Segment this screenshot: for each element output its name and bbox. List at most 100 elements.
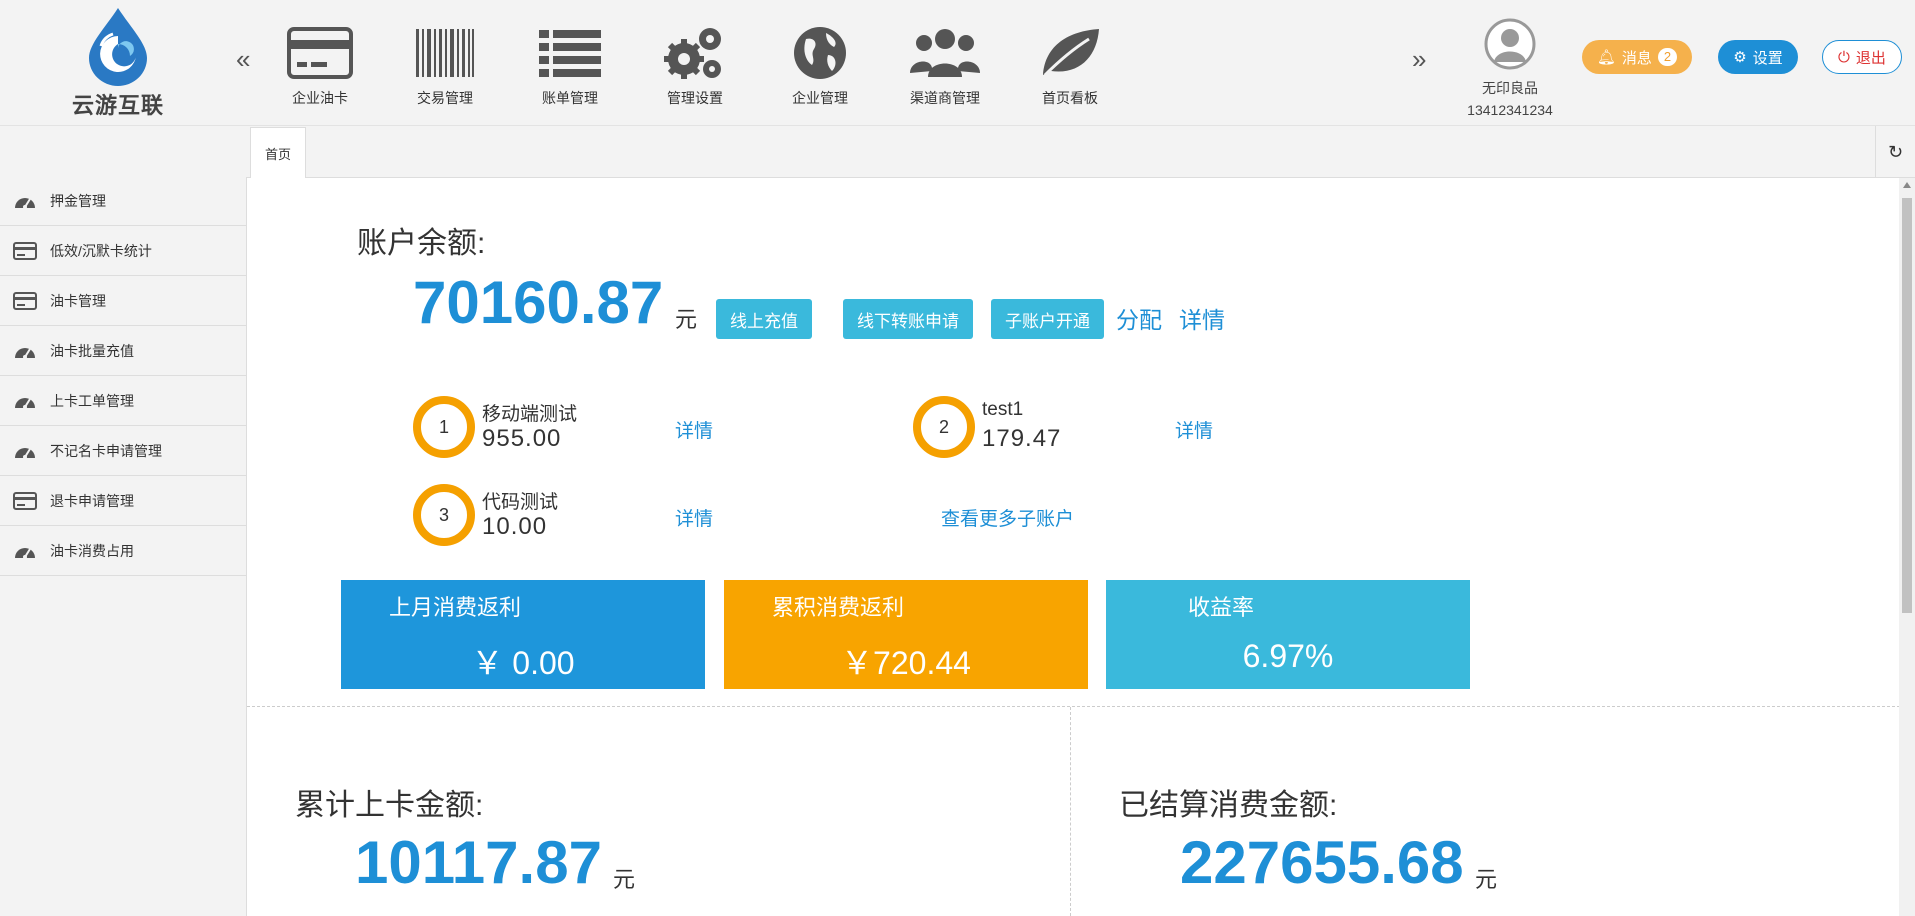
subaccount-rank-badge: 1 <box>413 396 475 458</box>
online-recharge-button[interactable]: 线上充值 <box>716 299 812 339</box>
dashboard-icon <box>15 547 35 559</box>
section-divider <box>247 706 1899 707</box>
tab-bar: 首页 ↻ <box>246 126 1915 178</box>
messages-button[interactable]: 🔔︎ 消息 2 <box>1582 40 1692 74</box>
subaccount-value: 10.00 <box>482 513 548 540</box>
subaccount-details-link[interactable]: 详情 <box>675 416 713 443</box>
scrollbar-thumb[interactable] <box>1902 198 1912 613</box>
settled-label: 已结算消费金额: <box>1119 789 1338 822</box>
card-value: ￥720.44 <box>841 645 971 681</box>
sidebar-item-label: 油卡消费占用 <box>50 542 134 559</box>
last-month-rebate-card: 上月消费返利 ￥ 0.00 <box>341 580 705 689</box>
gears-icon <box>664 28 721 79</box>
barcode-icon <box>416 29 474 77</box>
user-phone: 13412341234 <box>1467 102 1553 118</box>
nav-item-admin-settings[interactable]: 管理设置 <box>640 22 750 108</box>
nav-label: 首页看板 <box>1042 90 1098 106</box>
dashboard-icon <box>15 347 35 359</box>
user-profile[interactable]: 无印良品 13412341234 <box>1450 18 1570 119</box>
messages-label: 消息 <box>1621 49 1652 67</box>
scroll-up-arrow-icon[interactable] <box>1903 182 1911 188</box>
main-content: 账户余额: 70160.87 元 线上充值 线下转账申请 子账户开通 分配 详情… <box>246 178 1899 916</box>
sidebar-item-label: 低效/沉默卡统计 <box>50 242 152 259</box>
bell-icon: 🔔︎ <box>1596 49 1616 66</box>
sidebar-item-consumption[interactable]: 油卡消费占用 <box>0 526 246 576</box>
subaccount-details-link[interactable]: 详情 <box>675 504 713 531</box>
balance-label: 账户余额: <box>357 227 486 260</box>
logout-label: 退出 <box>1855 49 1886 67</box>
subaccount-value: 179.47 <box>982 425 1062 452</box>
subaccount-rank-badge: 2 <box>913 396 975 458</box>
settings-button[interactable]: ⚙ 设置 <box>1718 40 1798 74</box>
nav-label: 企业油卡 <box>292 90 348 106</box>
sidebar-item-deposit[interactable]: 押金管理 <box>0 176 246 226</box>
nav-label: 企业管理 <box>792 90 848 106</box>
sidebar-item-card-management[interactable]: 油卡管理 <box>0 276 246 326</box>
refresh-icon[interactable]: ↻ <box>1875 126 1915 178</box>
card-value: ￥ 0.00 <box>471 645 575 681</box>
brand-name: 云游互联 <box>71 93 164 118</box>
avatar-icon <box>1484 18 1536 70</box>
leaf-icon <box>1043 29 1099 77</box>
allocate-link[interactable]: 分配 <box>1116 301 1162 335</box>
sidebar-item-label: 油卡批量充值 <box>50 342 134 359</box>
brand-logo[interactable]: 云游互联 <box>60 6 176 120</box>
sidebar: 押金管理 低效/沉默卡统计 油卡管理 油卡批量充值 上卡工单管理 不记名卡申请管… <box>0 176 246 576</box>
nav-next-arrow[interactable]: » <box>1412 44 1426 75</box>
power-icon: ⏻ <box>1838 48 1850 66</box>
messages-count-badge: 2 <box>1657 48 1678 66</box>
nav-prev-arrow[interactable]: « <box>236 44 250 75</box>
tab-home[interactable]: 首页 <box>250 127 306 178</box>
sidebar-item-card-return[interactable]: 退卡申请管理 <box>0 476 246 526</box>
column-divider <box>1070 707 1071 916</box>
user-name: 无印良品 <box>1482 80 1538 96</box>
nav-label: 管理设置 <box>667 90 723 106</box>
card-icon <box>13 491 37 510</box>
nav-item-dashboard[interactable]: 首页看板 <box>1015 22 1125 108</box>
dashboard-icon <box>15 197 35 209</box>
yield-rate-card: 收益率 6.97% <box>1106 580 1470 689</box>
total-loaded-unit: 元 <box>613 867 636 892</box>
subaccount-name: test1 <box>982 399 1024 420</box>
subaccount-details-link[interactable]: 详情 <box>1175 416 1213 443</box>
dashboard-icon <box>15 397 35 409</box>
sidebar-item-work-orders[interactable]: 上卡工单管理 <box>0 376 246 426</box>
vertical-scrollbar[interactable] <box>1899 178 1915 916</box>
card-title: 累积消费返利 <box>772 595 905 620</box>
sidebar-item-batch-recharge[interactable]: 油卡批量充值 <box>0 326 246 376</box>
sidebar-item-anonymous-card[interactable]: 不记名卡申请管理 <box>0 426 246 476</box>
nav-item-bills[interactable]: 账单管理 <box>515 22 625 108</box>
dashboard-icon <box>15 447 35 459</box>
more-subaccounts-link[interactable]: 查看更多子账户 <box>941 504 1074 531</box>
total-loaded-label: 累计上卡金额: <box>295 789 484 822</box>
cumulative-rebate-card: 累积消费返利 ￥720.44 <box>724 580 1088 689</box>
nav-item-channel[interactable]: 渠道商管理 <box>890 22 1000 108</box>
balance-unit: 元 <box>675 307 698 332</box>
offline-transfer-button[interactable]: 线下转账申请 <box>843 299 973 339</box>
open-subaccount-button[interactable]: 子账户开通 <box>991 299 1104 339</box>
nav-item-enterprise[interactable]: 企业管理 <box>765 22 875 108</box>
card-title: 收益率 <box>1188 595 1255 620</box>
card-icon <box>13 241 37 260</box>
card-value: 6.97% <box>1242 638 1334 674</box>
subaccount-rank-badge: 3 <box>413 484 475 546</box>
users-icon <box>910 29 980 77</box>
nav-item-transactions[interactable]: 交易管理 <box>390 22 500 108</box>
settled-unit: 元 <box>1475 867 1498 892</box>
logout-button[interactable]: ⏻ 退出 <box>1822 40 1902 74</box>
total-loaded-amount: 10117.87 <box>355 829 602 896</box>
sidebar-item-label: 不记名卡申请管理 <box>50 442 162 459</box>
card-icon <box>287 27 353 79</box>
balance-details-link[interactable]: 详情 <box>1179 301 1225 335</box>
nav-item-enterprise-card[interactable]: 企业油卡 <box>265 22 375 108</box>
subaccount-name: 代码测试 <box>482 492 559 513</box>
nav-label: 渠道商管理 <box>910 90 980 106</box>
sidebar-item-label: 退卡申请管理 <box>50 492 134 509</box>
sidebar-item-label: 押金管理 <box>50 192 106 209</box>
nav-label: 交易管理 <box>417 90 473 106</box>
card-title: 上月消费返利 <box>389 595 522 620</box>
balance-amount: 70160.87 <box>413 269 664 336</box>
sidebar-item-label: 上卡工单管理 <box>50 392 134 409</box>
gear-icon: ⚙ <box>1733 49 1747 66</box>
sidebar-item-inactive-cards[interactable]: 低效/沉默卡统计 <box>0 226 246 276</box>
